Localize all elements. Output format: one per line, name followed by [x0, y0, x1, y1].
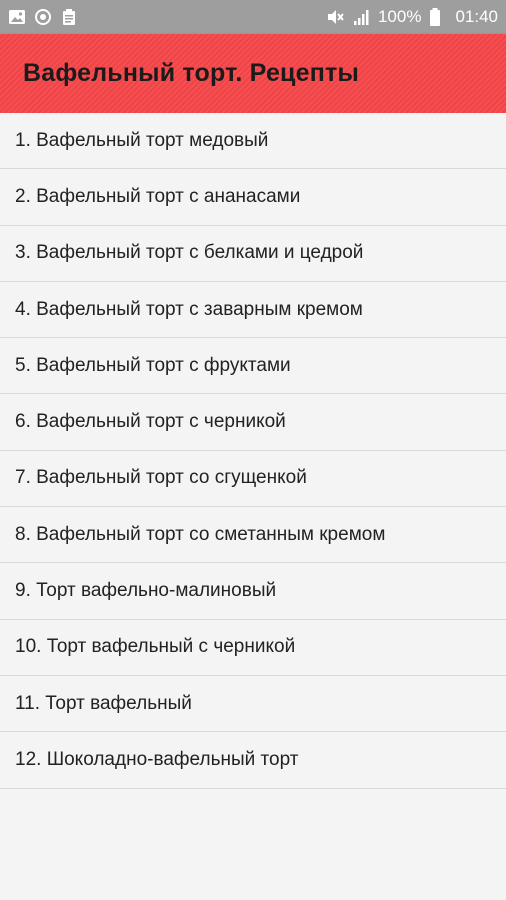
recipe-list: 1. Вафельный торт медовый 2. Вафельный т… [0, 113, 506, 789]
status-time: 01:40 [455, 7, 498, 26]
recipe-list-item[interactable]: 7. Вафельный торт со сгущенкой [0, 450, 506, 508]
clipboard-icon [60, 8, 78, 26]
recipe-list-item[interactable]: 8. Вафельный торт со сметанным кремом [0, 507, 506, 564]
battery-icon [429, 8, 447, 26]
sync-icon [34, 8, 52, 26]
app-bar: Вафельный торт. Рецепты [0, 34, 506, 113]
gallery-icon [8, 8, 26, 26]
recipe-list-item[interactable]: 2. Вафельный торт с ананасами [0, 169, 506, 226]
recipe-list-item[interactable]: 1. Вафельный торт медовый [0, 113, 506, 170]
signal-icon [352, 8, 370, 26]
page-title: Вафельный торт. Рецепты [23, 59, 360, 87]
mute-icon [326, 8, 344, 26]
recipe-list-item[interactable]: 6. Вафельный торт с черникой [0, 394, 506, 451]
recipe-list-item[interactable]: 4. Вафельный торт с заварным кремом [0, 281, 506, 339]
recipe-list-item[interactable]: 12. Шоколадно-вафельный торт [0, 732, 506, 789]
recipe-list-item[interactable]: 3. Вафельный торт с белками и цедрой [0, 225, 506, 282]
status-right-icons: 100% 01:40 [326, 7, 498, 27]
status-bar: 100% 01:40 [0, 0, 506, 34]
recipe-list-item[interactable]: 9. Торт вафельно-малиновый [0, 563, 506, 620]
recipe-list-item[interactable]: 10. Торт вафельный с черникой [0, 619, 506, 676]
battery-percent: 100% [377, 7, 422, 26]
recipe-list-item[interactable]: 5. Вафельный торт с фруктами [0, 338, 506, 395]
status-left-icons [8, 8, 78, 26]
recipe-list-item[interactable]: 11. Торт вафельный [0, 675, 506, 733]
